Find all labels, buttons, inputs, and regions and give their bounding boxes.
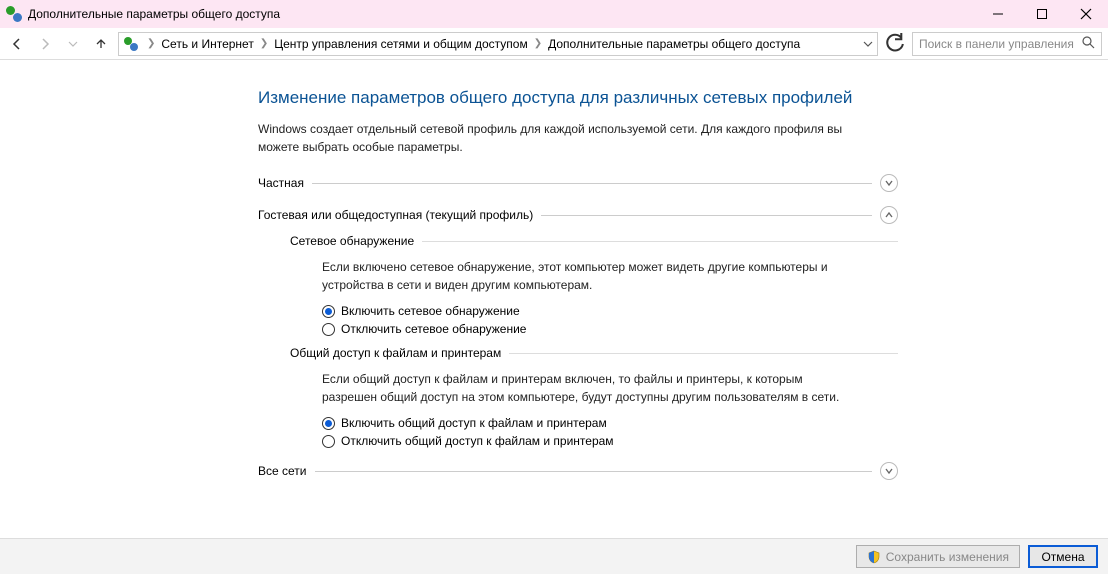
chevron-right-icon: ❯: [143, 38, 159, 49]
breadcrumb[interactable]: ❯ Сеть и Интернет ❯ Центр управления сет…: [118, 32, 878, 56]
titlebar: Дополнительные параметры общего доступа: [0, 0, 1108, 28]
minimize-button[interactable]: [976, 0, 1020, 28]
radio-icon: [322, 417, 335, 430]
radio-icon: [322, 323, 335, 336]
radio-discovery-off[interactable]: Отключить сетевое обнаружение: [322, 322, 898, 336]
divider: [541, 215, 872, 216]
radio-label: Включить сетевое обнаружение: [341, 304, 520, 318]
radio-sharing-off[interactable]: Отключить общий доступ к файлам и принте…: [322, 434, 898, 448]
section-header-all[interactable]: Все сети: [258, 462, 898, 480]
chevron-up-icon[interactable]: [880, 206, 898, 224]
page-description: Windows создает отдельный сетевой профил…: [258, 120, 858, 156]
section-title: Все сети: [258, 464, 307, 478]
content-area: Изменение параметров общего доступа для …: [0, 60, 1108, 538]
shield-icon: [867, 550, 881, 564]
save-button[interactable]: Сохранить изменения: [856, 545, 1020, 568]
chevron-down-icon[interactable]: [880, 174, 898, 192]
forward-button[interactable]: [34, 33, 56, 55]
section-header-guest[interactable]: Гостевая или общедоступная (текущий проф…: [258, 206, 898, 224]
section-title: Частная: [258, 176, 304, 190]
breadcrumb-item[interactable]: Центр управления сетями и общим доступом: [274, 37, 528, 51]
group-title: Сетевое обнаружение: [290, 234, 898, 248]
group-network-discovery: Сетевое обнаружение Если включено сетево…: [290, 234, 898, 336]
group-file-printer-sharing: Общий доступ к файлам и принтерам Если о…: [290, 346, 898, 448]
chevron-right-icon: ❯: [530, 38, 546, 49]
radio-discovery-on[interactable]: Включить сетевое обнаружение: [322, 304, 898, 318]
back-button[interactable]: [6, 33, 28, 55]
radio-label: Отключить общий доступ к файлам и принте…: [341, 434, 614, 448]
control-panel-icon: [123, 36, 139, 52]
app-icon: [6, 6, 22, 22]
radio-sharing-on[interactable]: Включить общий доступ к файлам и принтер…: [322, 416, 898, 430]
save-label: Сохранить изменения: [886, 550, 1009, 564]
radio-icon: [322, 435, 335, 448]
page-title: Изменение параметров общего доступа для …: [258, 88, 898, 108]
section-private: Частная: [258, 174, 898, 192]
radio-label: Отключить сетевое обнаружение: [341, 322, 526, 336]
divider: [422, 241, 898, 242]
chevron-down-icon[interactable]: [880, 462, 898, 480]
cancel-label: Отмена: [1041, 550, 1084, 564]
group-title-text: Сетевое обнаружение: [290, 234, 414, 248]
breadcrumb-item[interactable]: Сеть и Интернет: [161, 37, 253, 51]
breadcrumb-item[interactable]: Дополнительные параметры общего доступа: [548, 37, 800, 51]
up-button[interactable]: [90, 33, 112, 55]
section-guest: Гостевая или общедоступная (текущий проф…: [258, 206, 898, 448]
divider: [312, 183, 872, 184]
divider: [315, 471, 873, 472]
radio-icon: [322, 305, 335, 318]
refresh-button[interactable]: [884, 33, 906, 55]
group-description: Если включено сетевое обнаружение, этот …: [322, 258, 842, 294]
section-header-private[interactable]: Частная: [258, 174, 898, 192]
group-title-text: Общий доступ к файлам и принтерам: [290, 346, 501, 360]
group-description: Если общий доступ к файлам и принтерам в…: [322, 370, 842, 406]
close-button[interactable]: [1064, 0, 1108, 28]
section-all-networks: Все сети: [258, 462, 898, 480]
search-placeholder: Поиск в панели управления: [919, 37, 1074, 51]
chevron-right-icon: ❯: [256, 38, 272, 49]
group-title: Общий доступ к файлам и принтерам: [290, 346, 898, 360]
recent-dropdown-icon[interactable]: [62, 33, 84, 55]
search-icon: [1082, 36, 1095, 52]
navbar: ❯ Сеть и Интернет ❯ Центр управления сет…: [0, 28, 1108, 60]
maximize-button[interactable]: [1020, 0, 1064, 28]
cancel-button[interactable]: Отмена: [1028, 545, 1098, 568]
radio-label: Включить общий доступ к файлам и принтер…: [341, 416, 607, 430]
section-title: Гостевая или общедоступная (текущий проф…: [258, 208, 533, 222]
divider: [509, 353, 898, 354]
window-title: Дополнительные параметры общего доступа: [28, 7, 280, 21]
search-input[interactable]: Поиск в панели управления: [912, 32, 1102, 56]
chevron-down-icon[interactable]: [863, 39, 873, 49]
footer: Сохранить изменения Отмена: [0, 538, 1108, 574]
